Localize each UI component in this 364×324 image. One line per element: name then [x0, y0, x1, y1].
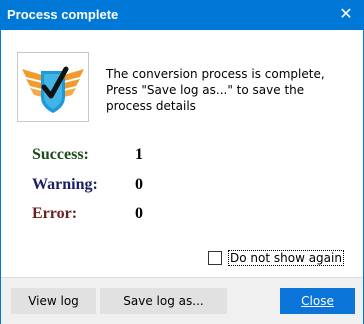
do-not-show-again-label[interactable]: Do not show again: [228, 250, 344, 266]
success-label: Success:: [32, 146, 89, 163]
process-complete-dialog: Process complete ✕ The conversion proces…: [0, 0, 364, 324]
do-not-show-again-checkbox[interactable]: [208, 251, 222, 265]
warning-count: 0: [135, 176, 143, 193]
success-count: 1: [135, 146, 143, 163]
button-bar: View log Save log as... Close: [1, 277, 363, 324]
checkmark-shield-wings-icon: [22, 66, 84, 113]
error-count: 0: [135, 205, 143, 222]
completion-message: The conversion process is complete, Pres…: [106, 66, 346, 114]
title-bar: Process complete ✕: [1, 1, 363, 30]
status-icon-frame: [17, 52, 89, 122]
view-log-button[interactable]: View log: [11, 288, 96, 314]
close-button[interactable]: Close: [280, 288, 355, 314]
warning-label: Warning:: [32, 176, 98, 193]
window-title: Process complete: [7, 7, 119, 22]
close-icon[interactable]: ✕: [333, 3, 359, 27]
message-line-2: Press "Save log as..." to save the proce…: [106, 83, 305, 113]
error-label: Error:: [32, 205, 78, 222]
do-not-show-again-option[interactable]: Do not show again: [208, 250, 344, 266]
save-log-as-button[interactable]: Save log as...: [100, 288, 227, 314]
message-line-1: The conversion process is complete,: [106, 67, 325, 81]
